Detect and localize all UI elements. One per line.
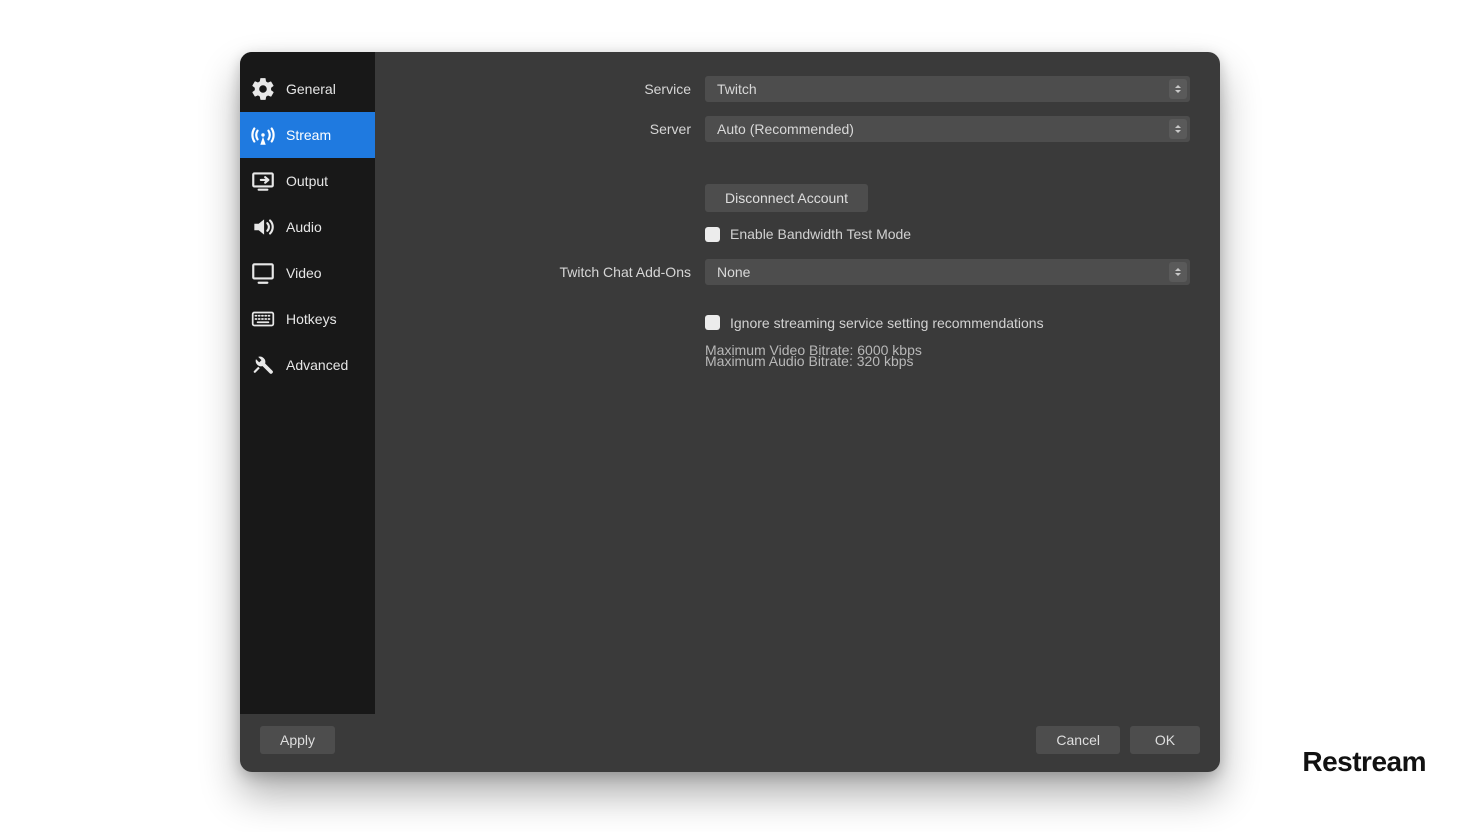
output-icon [250,168,276,194]
sidebar-item-label: Advanced [286,357,348,373]
server-label: Server [375,121,705,137]
cancel-button[interactable]: Cancel [1036,726,1120,754]
bandwidth-test-label: Enable Bandwidth Test Mode [730,226,911,242]
sidebar-item-output[interactable]: Output [240,158,375,204]
sidebar-item-label: Video [286,265,322,281]
service-value: Twitch [717,81,757,97]
stepper-icon [1169,119,1187,139]
sidebar-item-label: Output [286,173,328,189]
gear-icon [250,76,276,102]
bandwidth-test-checkbox[interactable]: Enable Bandwidth Test Mode [705,226,911,242]
service-label: Service [375,81,705,97]
settings-window: General Stream [240,52,1220,772]
sidebar-item-hotkeys[interactable]: Hotkeys [240,296,375,342]
twitch-addons-select[interactable]: None [705,259,1190,285]
antenna-icon [250,122,276,148]
sidebar-item-advanced[interactable]: Advanced [240,342,375,388]
checkbox-box [705,315,720,330]
ignore-recommendations-label: Ignore streaming service setting recomme… [730,315,1044,331]
addons-label: Twitch Chat Add-Ons [375,264,705,280]
stepper-icon [1169,262,1187,282]
monitor-icon [250,260,276,286]
server-select[interactable]: Auto (Recommended) [705,116,1190,142]
sidebar-item-video[interactable]: Video [240,250,375,296]
sidebar-item-general[interactable]: General [240,66,375,112]
window-body: General Stream [240,52,1220,714]
checkbox-box [705,227,720,242]
main-panel: Service Twitch Server Auto (Recommended) [375,52,1220,714]
tools-icon [250,352,276,378]
sidebar-item-label: Stream [286,127,331,143]
sidebar-item-audio[interactable]: Audio [240,204,375,250]
sidebar: General Stream [240,52,375,714]
footer: Apply Cancel OK [240,714,1220,772]
ok-button[interactable]: OK [1130,726,1200,754]
stepper-icon [1169,79,1187,99]
sidebar-item-label: General [286,81,336,97]
disconnect-account-button[interactable]: Disconnect Account [705,184,868,212]
server-value: Auto (Recommended) [717,121,854,137]
max-audio-bitrate-text: Maximum Audio Bitrate: 320 kbps [705,352,1190,371]
keyboard-icon [250,306,276,332]
addons-value: None [717,264,750,280]
sidebar-item-label: Hotkeys [286,311,337,327]
apply-button[interactable]: Apply [260,726,335,754]
sidebar-item-stream[interactable]: Stream [240,112,375,158]
speaker-icon [250,214,276,240]
watermark-text: Restream [1302,746,1426,778]
ignore-recommendations-checkbox[interactable]: Ignore streaming service setting recomme… [705,315,1044,331]
sidebar-item-label: Audio [286,219,322,235]
service-select[interactable]: Twitch [705,76,1190,102]
